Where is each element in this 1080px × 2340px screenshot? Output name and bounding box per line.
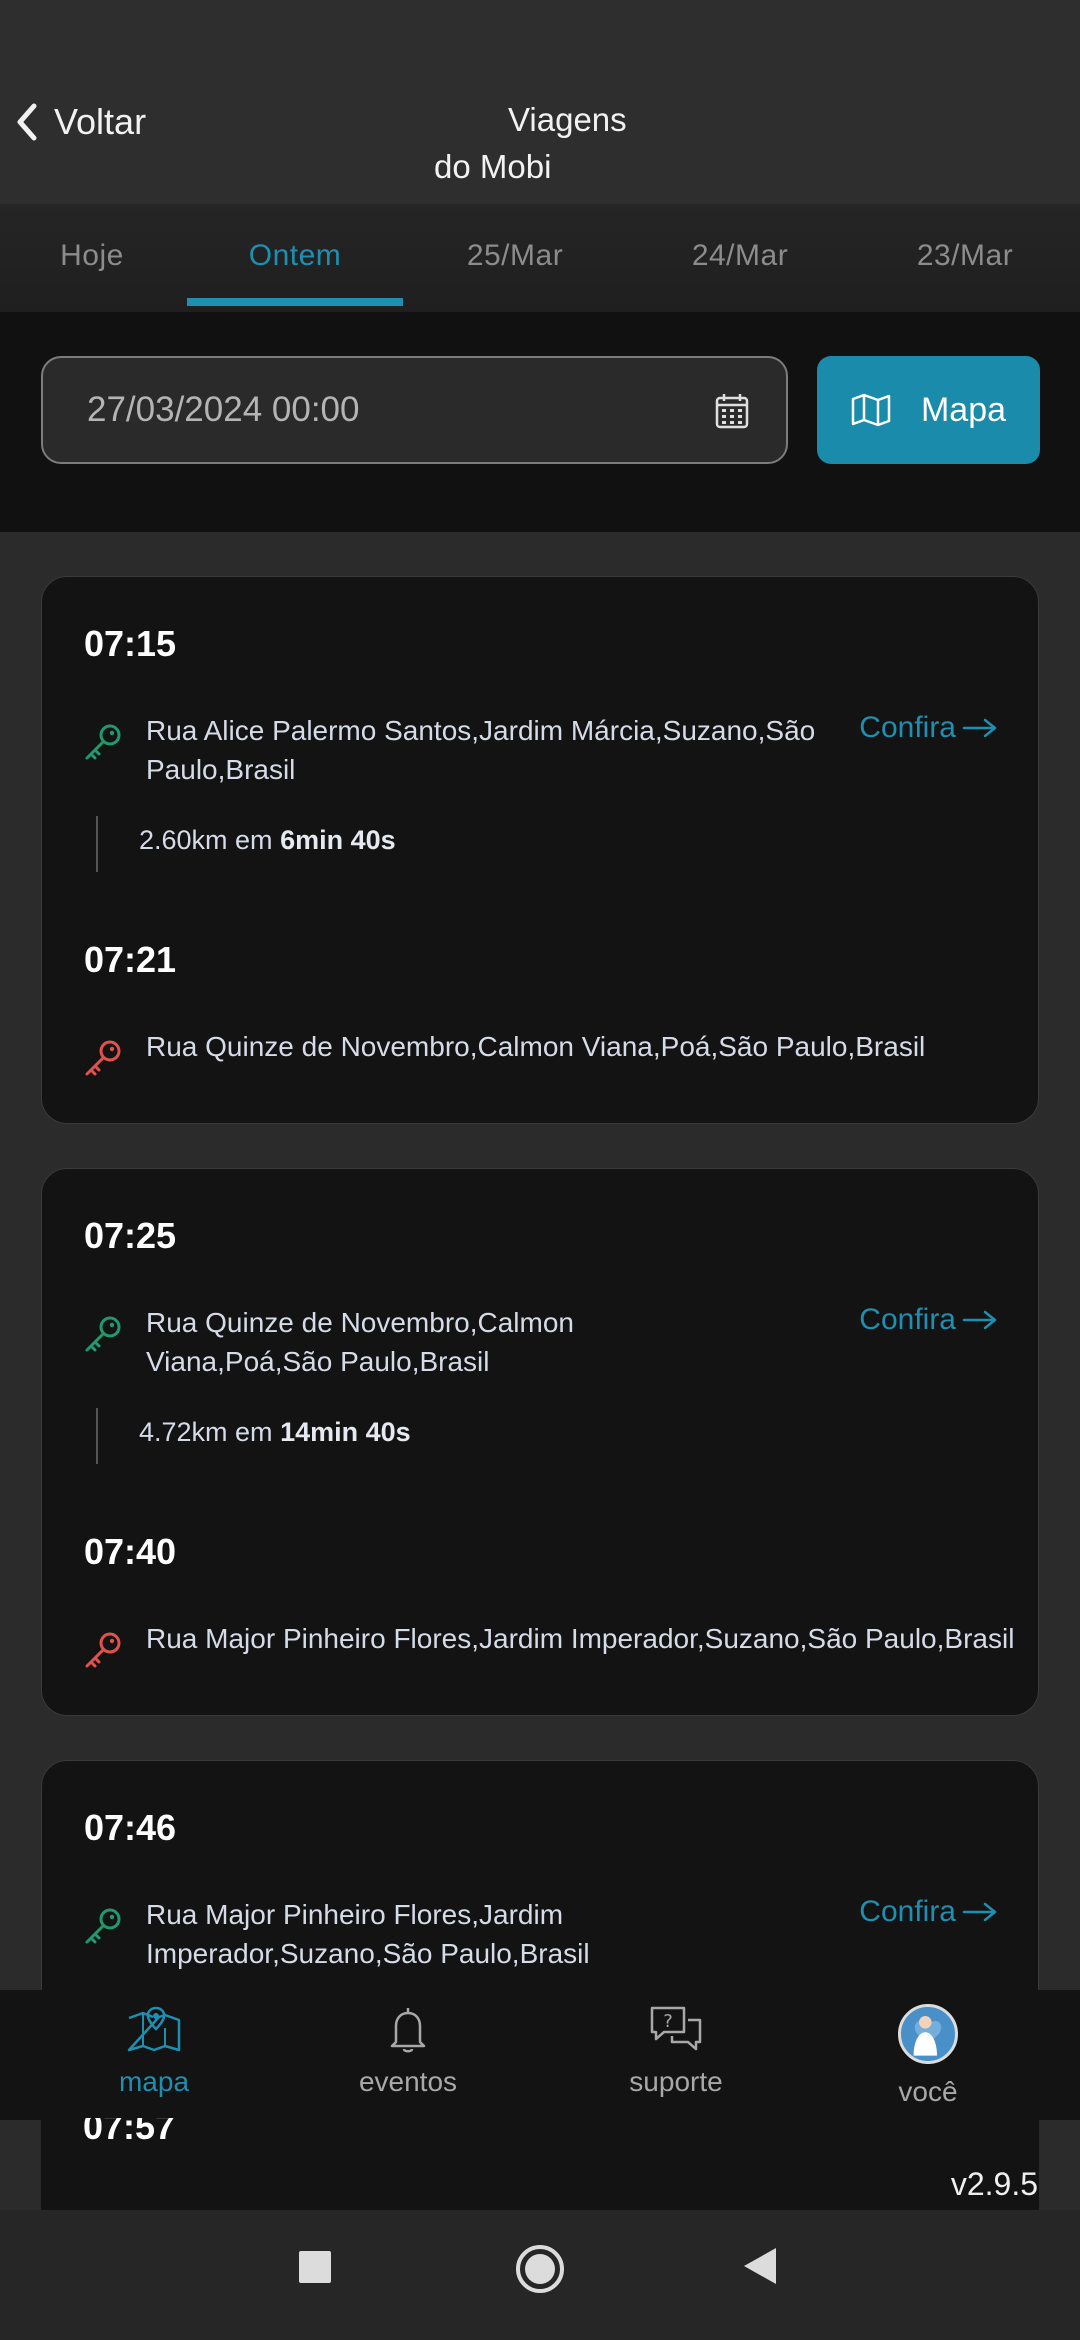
confira-label: Confira <box>859 711 956 744</box>
confira-link[interactable]: Confira <box>859 711 998 745</box>
trip-start-time: 07:25 <box>84 1215 177 1256</box>
trip-card: 07:25 Rua Quinze de Novembro,Calmon Vian… <box>41 1168 1039 1716</box>
trip-distance: 4.72km em 14min 40s <box>139 1417 411 1447</box>
page-title-line1: Viagens <box>508 101 627 138</box>
back-nav-button[interactable] <box>742 2246 778 2286</box>
arrow-right-icon <box>962 1310 997 1330</box>
map-icon <box>851 393 891 427</box>
route-line <box>96 816 98 872</box>
end-key-icon <box>85 1632 121 1668</box>
system-nav-bar <box>0 2210 1080 2340</box>
bell-icon <box>390 2008 426 2053</box>
page-title-line2: do Mobi <box>434 148 552 185</box>
nav-suporte[interactable]: ? suporte <box>576 2004 776 2114</box>
recents-button[interactable] <box>298 2250 332 2284</box>
nav-eventos[interactable]: eventos <box>308 2004 508 2114</box>
trip-card-peek: 07:57 <box>41 2118 1039 2210</box>
nav-voce[interactable]: você <box>828 2004 1028 2114</box>
trip-end-time: 07:21 <box>84 939 177 980</box>
person-icon <box>901 2007 950 2056</box>
calendar-icon[interactable] <box>714 392 750 430</box>
svg-text:?: ? <box>663 2011 673 2032</box>
tab-ontem[interactable]: Ontem <box>187 204 403 308</box>
arrow-right-icon <box>962 1902 997 1922</box>
trip-start-time: 07:46 <box>84 1807 177 1848</box>
page-title: Viagens do Mobi <box>420 96 720 190</box>
arrow-right-icon <box>962 718 997 738</box>
trip-start-address: Rua Alice Palermo Santos,Jardim Márcia,S… <box>146 715 816 785</box>
active-tab-indicator <box>187 298 403 306</box>
trip-start-address: Rua Quinze de Novembro,Calmon Viana,Poá,… <box>146 1307 574 1377</box>
trip-card: 07:15 Rua Alice Palermo Santos,Jardim Má… <box>41 576 1039 1124</box>
date-value: 27/03/2024 00:00 <box>87 390 360 429</box>
map-button-label: Mapa <box>920 390 1007 429</box>
nav-mapa[interactable]: mapa <box>54 2004 254 2114</box>
app-header: Voltar Viagens do Mobi <box>0 0 1080 204</box>
tab-hoje[interactable]: Hoje <box>0 204 200 308</box>
trip-end-address: Rua Major Pinheiro Flores,Jardim Imperad… <box>146 1623 1015 1654</box>
day-tabs: Hoje Ontem 25/Mar 24/Mar 23/Mar <box>0 204 1080 312</box>
nav-label: suporte <box>629 2066 723 2097</box>
nav-label: mapa <box>118 2066 190 2097</box>
trip-start-address: Rua Major Pinheiro Flores,Jardim Imperad… <box>146 1899 590 1969</box>
avatar <box>898 2004 958 2064</box>
nav-label: eventos <box>358 2066 458 2097</box>
bottom-nav: mapa eventos ? suporte você <box>0 1990 1080 2120</box>
confira-link[interactable]: Confira <box>859 1303 998 1337</box>
chat-question-icon: ? <box>650 2006 702 2051</box>
tab-24-mar[interactable]: 24/Mar <box>632 204 848 308</box>
chevron-left-icon <box>17 103 37 141</box>
start-key-icon <box>85 724 121 760</box>
start-key-icon <box>85 1316 121 1352</box>
trip-start-time: 07:15 <box>84 623 177 664</box>
back-button[interactable]: Voltar <box>14 96 146 148</box>
date-field[interactable]: 27/03/2024 00:00 <box>41 356 788 464</box>
tab-25-mar[interactable]: 25/Mar <box>407 204 623 308</box>
map-pin-icon <box>127 2006 181 2052</box>
trip-distance: 2.60km em 6min 40s <box>139 825 396 855</box>
tab-23-mar[interactable]: 23/Mar <box>857 204 1073 308</box>
back-label: Voltar <box>54 101 147 142</box>
filter-bar: 27/03/2024 00:00 Mapa <box>0 312 1080 532</box>
confira-link[interactable]: Confira <box>859 1895 998 1929</box>
confira-label: Confira <box>859 1895 956 1928</box>
nav-label: você <box>898 2076 958 2107</box>
end-key-icon <box>85 1040 121 1076</box>
home-button[interactable] <box>514 2243 566 2295</box>
start-key-icon <box>85 1908 121 1944</box>
map-button[interactable]: Mapa <box>817 356 1040 464</box>
trip-end-address: Rua Quinze de Novembro,Calmon Viana,Poá,… <box>146 1031 926 1062</box>
route-line <box>96 1408 98 1464</box>
trip-end-time: 07:40 <box>84 1531 177 1572</box>
app-version: v2.9.5 <box>950 2166 1038 2202</box>
confira-label: Confira <box>859 1303 956 1336</box>
